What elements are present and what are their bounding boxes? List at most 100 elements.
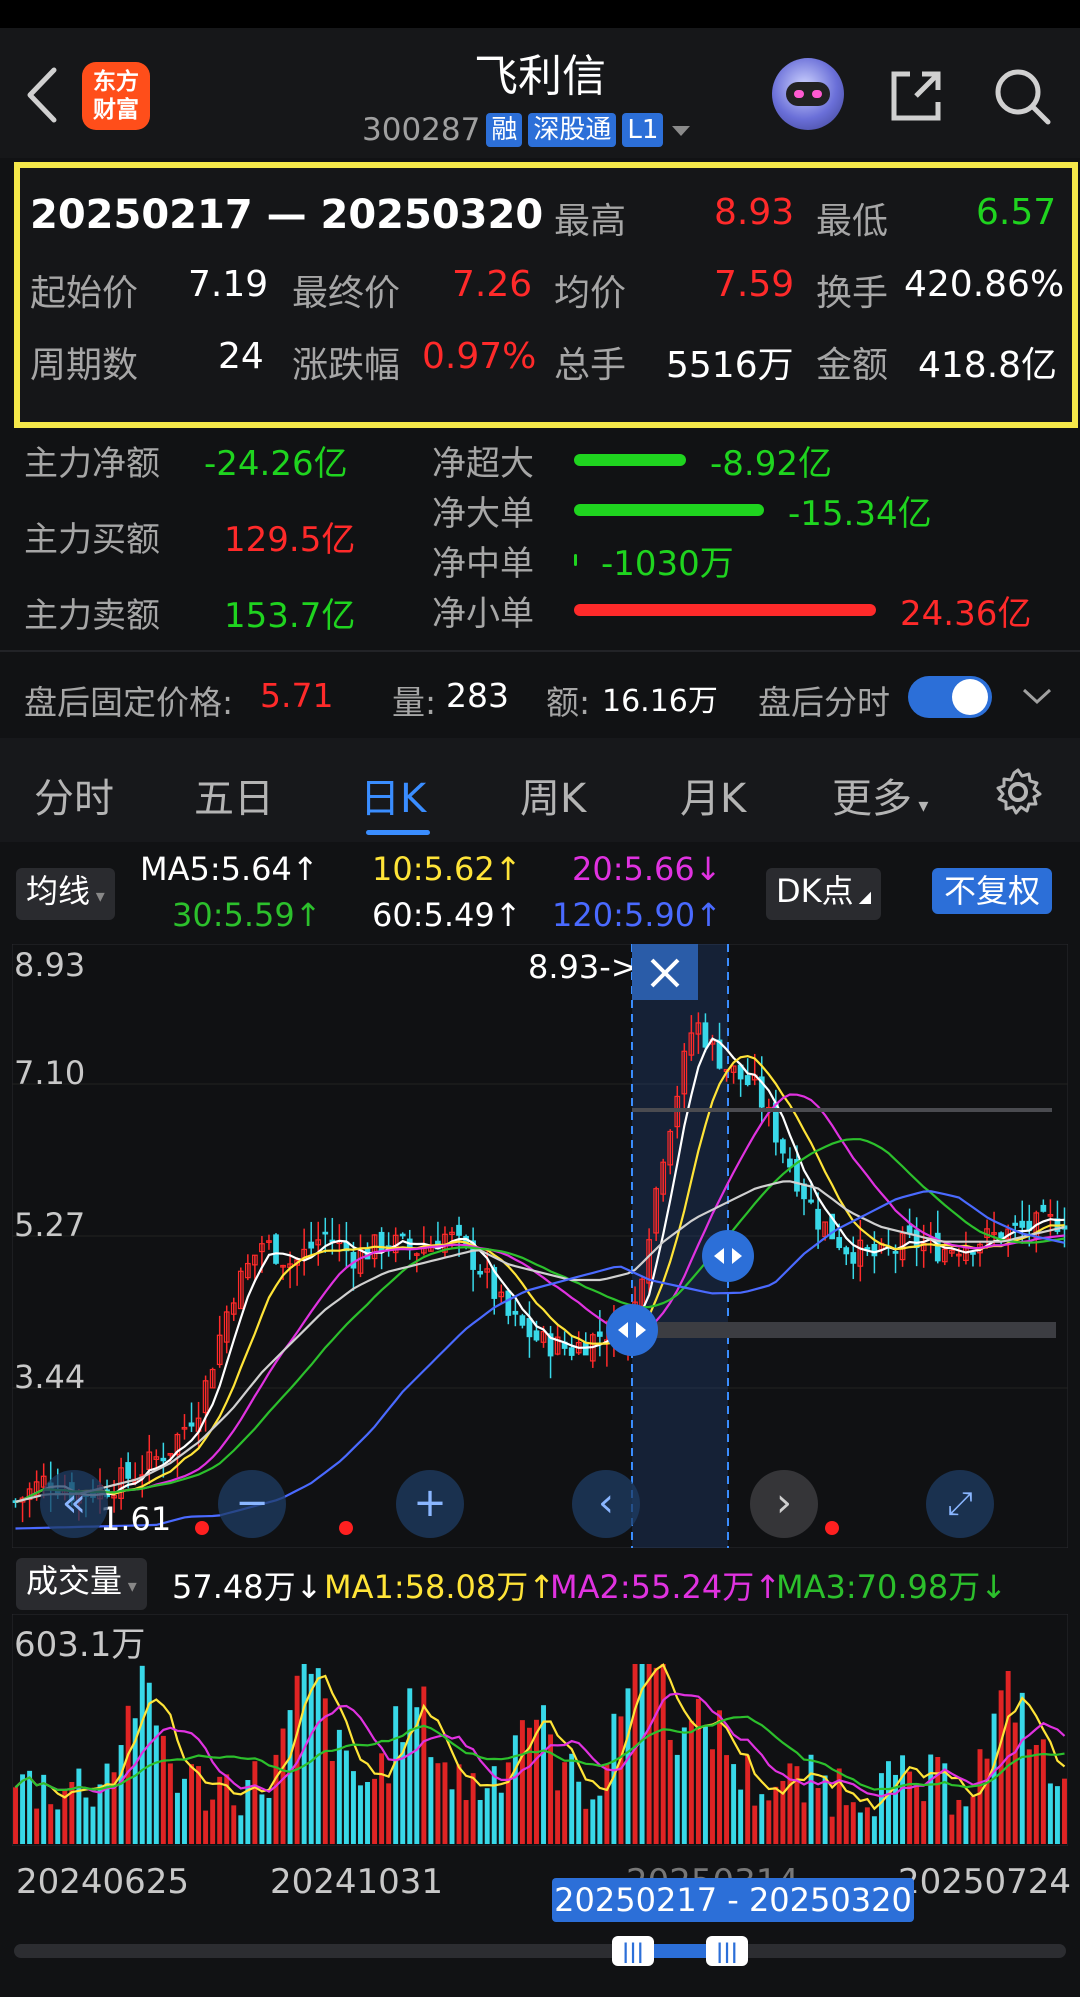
scroll-left-icon[interactable]: ‹ <box>572 1470 640 1538</box>
candle-body <box>568 1347 575 1356</box>
close-range-icon[interactable] <box>632 944 698 1000</box>
scroll-right-icon[interactable]: › <box>750 1470 818 1538</box>
ma-selector[interactable]: 均线 ▾ <box>16 868 115 920</box>
y-tick-label: 8.93 <box>14 946 85 984</box>
volume-bar <box>555 1790 561 1844</box>
ma60-value: 60:5.49↑ <box>372 896 522 934</box>
volume-max-label: 603.1万 <box>14 1625 145 1665</box>
volume-bar <box>1012 1722 1018 1844</box>
after-hours-amt-label: 额: <box>546 683 591 722</box>
dk-point-button[interactable]: DK点 ◢ <box>766 868 882 920</box>
candle-body <box>526 1318 533 1338</box>
high-price-marker: 8.93-> <box>528 948 638 986</box>
volume-bar <box>365 1781 370 1844</box>
volume-bar <box>280 1728 286 1844</box>
end-value: 7.26 <box>452 264 533 305</box>
gear-icon[interactable] <box>992 766 1044 818</box>
volume-bar <box>956 1799 962 1844</box>
candle-body <box>505 1290 512 1316</box>
volume-chart[interactable]: 603.1万 <box>12 1614 1068 1846</box>
volume-bar <box>379 1753 385 1844</box>
date-axis-label: 20241031 <box>270 1862 444 1902</box>
scroll-left-fast-icon[interactable]: « <box>40 1470 108 1538</box>
after-hours-toggle[interactable] <box>908 676 992 718</box>
ma120-value: 120:5.90↑ <box>552 896 722 934</box>
candle-body <box>456 1224 462 1236</box>
ma10-value: 10:5.62↑ <box>372 850 522 888</box>
zoom-out-icon[interactable]: − <box>218 1470 286 1538</box>
volume-bar <box>857 1812 863 1844</box>
volume-bar <box>358 1785 363 1844</box>
volume-bar <box>576 1781 582 1844</box>
volume-bar <box>583 1808 589 1844</box>
ma5-value: MA5:5.64↑ <box>140 850 319 888</box>
volume-bar <box>759 1794 765 1844</box>
volume-bar <box>435 1763 441 1844</box>
candle-body <box>188 1422 195 1427</box>
tab-more[interactable]: 更多 ▾ <box>832 766 928 824</box>
volume-bar <box>484 1788 490 1844</box>
robot-assistant-icon[interactable] <box>772 58 844 130</box>
volume-bar <box>801 1802 807 1844</box>
candle-body <box>512 1310 519 1315</box>
chevron-down-icon[interactable] <box>1020 682 1054 710</box>
candle-body <box>970 1252 976 1255</box>
after-hours-qty: 283 <box>446 676 509 715</box>
candle-body <box>913 1229 920 1249</box>
flow-item-label: 净超大 <box>432 444 534 484</box>
volume-bar <box>20 1774 26 1844</box>
volume-bar <box>83 1797 89 1844</box>
flow-item-label: 净大单 <box>432 494 534 534</box>
share-icon[interactable] <box>886 66 946 126</box>
volume-bar <box>252 1761 258 1844</box>
after-hours-amt: 16.16万 <box>602 684 718 719</box>
timeline-scrollbar[interactable] <box>14 1944 1066 1958</box>
timeline-start-handle[interactable]: ||| <box>612 1936 654 1966</box>
sell-value: 153.7亿 <box>224 596 356 636</box>
search-icon[interactable] <box>990 64 1054 128</box>
fullscreen-icon[interactable]: ⤢ <box>926 1470 994 1538</box>
ma30-value: 30:5.59↑ <box>172 896 322 934</box>
range-start-handle[interactable] <box>606 1304 658 1356</box>
y-tick-label: 3.44 <box>14 1358 85 1396</box>
candle-body <box>308 1241 315 1249</box>
sell-label: 主力卖额 <box>24 596 160 636</box>
zoom-in-icon[interactable]: + <box>396 1470 464 1538</box>
tab-daily-k[interactable]: 日K <box>360 766 426 824</box>
periods-value: 24 <box>218 336 264 377</box>
candlestick-chart[interactable]: 8.93 7.10 5.27 3.44 1.61 8.93-> <box>12 944 1068 1548</box>
volume-bar <box>808 1754 814 1844</box>
volume-bar <box>907 1771 913 1844</box>
price-level-band <box>632 1322 1056 1338</box>
event-dot[interactable] <box>339 1521 353 1535</box>
volume-bar <box>752 1805 758 1844</box>
volume-bar <box>189 1764 194 1844</box>
volume-selector[interactable]: 成交量 ▾ <box>16 1558 147 1610</box>
volume-ma2: MA2:55.24万↑ <box>550 1568 782 1606</box>
event-dot[interactable] <box>825 1521 839 1535</box>
after-hours-price-label: 盘后固定价格: <box>24 683 234 722</box>
tab-monthly-k[interactable]: 月K <box>680 766 746 824</box>
volume-bar <box>688 1720 694 1844</box>
start-value: 7.19 <box>188 264 269 305</box>
volume-bar <box>815 1788 821 1844</box>
net-value: -24.26亿 <box>204 444 348 484</box>
volume-bar <box>470 1773 476 1844</box>
event-dot[interactable] <box>195 1521 209 1535</box>
range-end-handle[interactable] <box>702 1230 754 1282</box>
tab-intraday[interactable]: 分时 <box>34 766 114 824</box>
tab-weekly-k[interactable]: 周K <box>520 766 586 824</box>
volume-bar <box>217 1776 223 1844</box>
adjust-mode-button[interactable]: 不复权 <box>932 868 1053 914</box>
volume-bar <box>625 1688 631 1844</box>
volume-bar <box>977 1749 983 1844</box>
volume-bar <box>34 1808 40 1844</box>
volume-bar <box>238 1815 244 1844</box>
tab-five-day[interactable]: 五日 <box>194 766 274 824</box>
volume-selector-label: 成交量 <box>26 1562 123 1600</box>
timeline-end-handle[interactable]: ||| <box>706 1936 748 1966</box>
candle-body <box>322 1231 329 1235</box>
stock-code-line[interactable]: 300287 融 深股通 L1 <box>362 110 693 150</box>
volume-bar <box>90 1806 96 1844</box>
volume-bar <box>210 1799 216 1844</box>
